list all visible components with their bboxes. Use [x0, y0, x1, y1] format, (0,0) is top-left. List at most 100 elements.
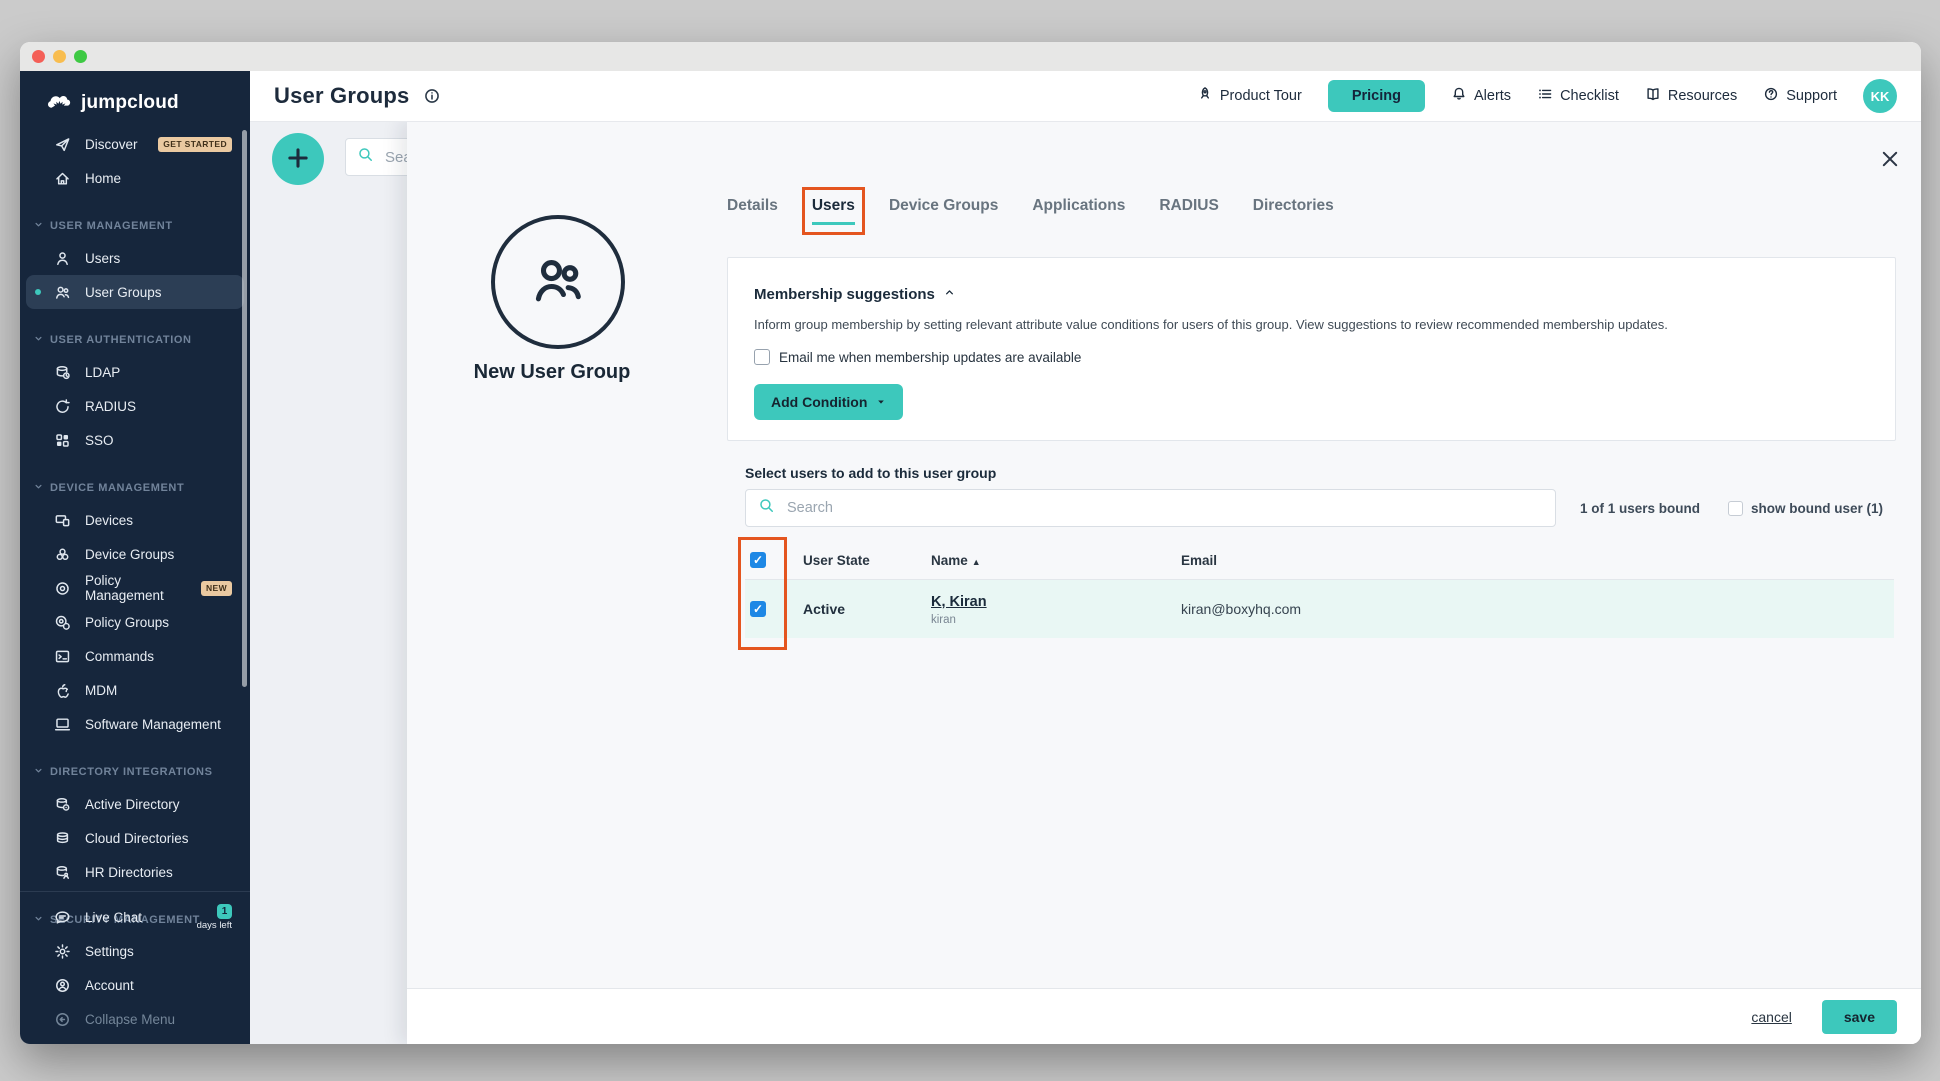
nav-label: Support — [1786, 88, 1837, 104]
select-all-checkbox[interactable]: ✓ — [750, 552, 766, 568]
nav-alerts[interactable]: Alerts — [1451, 86, 1511, 106]
sidebar-item-users[interactable]: Users — [26, 241, 244, 275]
sort-asc-icon: ▲ — [972, 557, 981, 567]
membership-suggestions-title: Membership suggestions — [754, 286, 935, 303]
sidebar-item-home[interactable]: Home — [26, 161, 244, 195]
live-chat-icon — [54, 909, 71, 926]
devices-icon — [54, 512, 71, 529]
sidebar-item-account[interactable]: Account — [26, 968, 244, 1002]
user-state: Active — [803, 601, 931, 617]
sidebar-item-policy-groups[interactable]: Policy Groups — [26, 605, 244, 639]
sidebar-section-device-management[interactable]: DEVICE MANAGEMENT — [20, 473, 250, 503]
membership-description: Inform group membership by setting relev… — [754, 317, 1869, 332]
sidebar-scrollbar[interactable] — [242, 130, 247, 687]
nav-label: Checklist — [1560, 88, 1619, 104]
home-icon — [54, 170, 71, 187]
email-updates-option[interactable]: Email me when membership updates are ava… — [754, 349, 1869, 365]
row-checkbox[interactable]: ✓ — [750, 601, 766, 617]
close-panel-button[interactable] — [1877, 147, 1903, 173]
panel-tabs: Details Users Device Groups Applications RAD… — [727, 197, 1334, 225]
content-area: New User Group Details Users Device Groups… — [250, 121, 1921, 1044]
sidebar-section-user-management[interactable]: USER MANAGEMENT — [20, 211, 250, 241]
column-header-name[interactable]: Name▲ — [931, 553, 1181, 568]
sidebar-item-label: Discover — [85, 137, 138, 152]
app-window: jumpcloud DiscoverGET STARTEDHome USER MA… — [20, 42, 1921, 1044]
nav-checklist[interactable]: Checklist — [1537, 86, 1619, 106]
email-updates-checkbox[interactable] — [754, 349, 770, 365]
column-header-user-state[interactable]: User State — [803, 553, 931, 568]
pricing-button[interactable]: Pricing — [1328, 80, 1425, 112]
sidebar-item-label: Devices — [85, 513, 133, 528]
username: kiran — [931, 614, 1181, 626]
sidebar-item-label: Settings — [85, 944, 134, 959]
nav-product-tour[interactable]: Product Tour — [1197, 86, 1302, 106]
table-header: ✓ User StateName▲Email — [745, 541, 1894, 580]
nav-resources[interactable]: Resources — [1645, 86, 1737, 106]
add-user-group-button[interactable] — [272, 133, 324, 185]
tab-radius[interactable]: RADIUS — [1159, 197, 1218, 225]
sidebar-item-user-groups[interactable]: User Groups — [26, 275, 244, 309]
sidebar-item-label: Software Management — [85, 717, 221, 732]
search-icon — [357, 146, 374, 168]
show-bound-option[interactable]: show bound user (1) — [1728, 501, 1883, 516]
checklist-icon — [1537, 86, 1553, 106]
users-search-input[interactable] — [785, 499, 1543, 517]
tab-applications[interactable]: Applications — [1032, 197, 1125, 225]
sidebar-item-commands[interactable]: Commands — [26, 639, 244, 673]
tab-users[interactable]: Users — [812, 197, 855, 225]
show-bound-checkbox[interactable] — [1728, 501, 1743, 516]
radius-icon — [54, 398, 71, 415]
group-avatar — [491, 215, 625, 349]
save-button[interactable]: save — [1822, 1000, 1897, 1034]
sidebar-section-directory-integrations[interactable]: DIRECTORY INTEGRATIONS — [20, 757, 250, 787]
cloud-directories-icon — [54, 830, 71, 847]
sidebar-section-user-authentication[interactable]: USER AUTHENTICATION — [20, 325, 250, 355]
cancel-button[interactable]: cancel — [1751, 1009, 1791, 1025]
sidebar-section-title: DIRECTORY INTEGRATIONS — [50, 766, 213, 778]
nav-support[interactable]: Support — [1763, 86, 1837, 106]
sidebar-item-device-groups[interactable]: Device Groups — [26, 537, 244, 571]
info-icon[interactable] — [423, 87, 441, 105]
search-icon — [758, 497, 775, 519]
add-condition-button[interactable]: Add Condition — [754, 384, 903, 420]
nav-label: Product Tour — [1220, 88, 1302, 104]
sidebar-item-ldap[interactable]: LDAP — [26, 355, 244, 389]
main-area: User Groups Product TourPricingAlertsChe… — [250, 71, 1921, 1044]
sidebar-item-devices[interactable]: Devices — [26, 503, 244, 537]
jumpcloud-logo[interactable]: jumpcloud — [20, 79, 250, 127]
minimize-window-button[interactable] — [53, 50, 66, 63]
product-tour-icon — [1197, 86, 1213, 106]
group-title: New User Group — [407, 361, 697, 384]
sidebar-item-sso[interactable]: SSO — [26, 423, 244, 457]
user-avatar[interactable]: KK — [1863, 79, 1897, 113]
device-group-icon — [54, 546, 71, 563]
window-titlebar — [20, 42, 1921, 71]
membership-suggestions-toggle[interactable]: Membership suggestions — [754, 286, 1869, 303]
sidebar-item-policy-management[interactable]: Policy ManagementNEW — [26, 571, 244, 605]
column-header-email[interactable]: Email — [1181, 553, 1894, 568]
sidebar-item-label: LDAP — [85, 365, 120, 380]
sidebar-item-collapse-menu[interactable]: Collapse Menu — [26, 1002, 244, 1036]
collapse-icon — [54, 1011, 71, 1028]
zoom-window-button[interactable] — [74, 50, 87, 63]
close-window-button[interactable] — [32, 50, 45, 63]
software-icon — [54, 716, 71, 733]
sidebar-item-cloud-directories[interactable]: Cloud Directories — [26, 821, 244, 855]
sidebar-item-mdm[interactable]: MDM — [26, 673, 244, 707]
sidebar-item-radius[interactable]: RADIUS — [26, 389, 244, 423]
users-table: ✓ User StateName▲Email ✓ ActiveK, Kiran kir… — [745, 541, 1894, 638]
tab-details[interactable]: Details — [727, 197, 778, 225]
sidebar-item-software-management[interactable]: Software Management — [26, 707, 244, 741]
new-badge: NEW — [201, 581, 232, 596]
sidebar-item-label: Users — [85, 251, 120, 266]
sidebar-item-label: Account — [85, 978, 134, 993]
sidebar-item-settings[interactable]: Settings — [26, 934, 244, 968]
tab-device-groups[interactable]: Device Groups — [889, 197, 998, 225]
table-row[interactable]: ✓ActiveK, Kirankirankiran@boxyhq.com — [745, 580, 1894, 638]
header-nav: Product Tour Pricing Alerts Checklist Resour… — [1197, 79, 1897, 113]
sidebar-item-active-directory[interactable]: Active Directory — [26, 787, 244, 821]
sidebar-item-live-chat[interactable]: Live Chat1days left — [26, 900, 244, 934]
tab-directories[interactable]: Directories — [1253, 197, 1334, 225]
user-name-link[interactable]: K, Kiran — [931, 594, 987, 610]
sidebar-item-discover[interactable]: DiscoverGET STARTED — [26, 127, 244, 161]
